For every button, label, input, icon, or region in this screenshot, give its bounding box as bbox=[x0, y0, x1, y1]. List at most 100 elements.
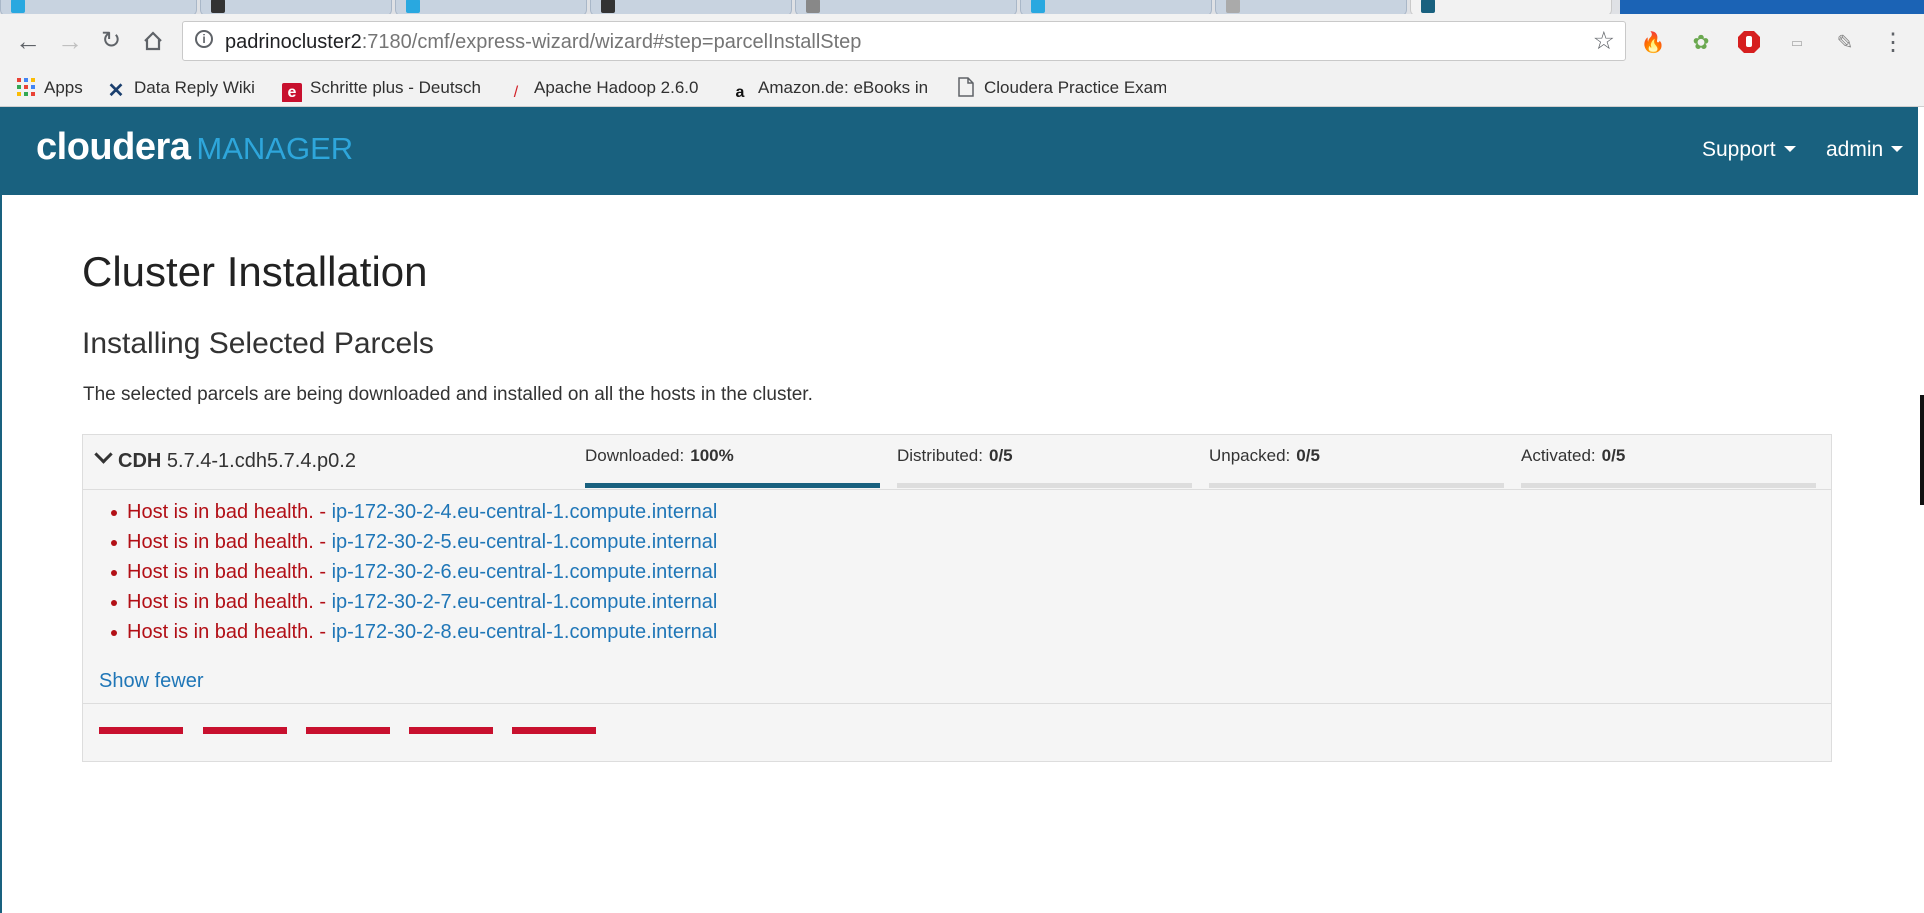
user-menu[interactable]: admin bbox=[1826, 138, 1904, 162]
progress-track bbox=[585, 483, 880, 488]
tab-favicon-icon bbox=[806, 0, 820, 13]
css-extension-icon[interactable]: ▭ bbox=[1784, 30, 1810, 56]
browser-tab[interactable] bbox=[795, 0, 1017, 14]
bookmark-data-reply-wiki[interactable]: ✕ Data Reply Wiki bbox=[106, 74, 276, 102]
progress-unpacked: Unpacked: 0/5 bbox=[1209, 446, 1504, 488]
host-error-message: Host is in bad health. - bbox=[127, 501, 326, 523]
host-error-message: Host is in bad health. - bbox=[127, 591, 326, 613]
bookmarks-bar: Apps ✕ Data Reply Wiki e Schritte plus - D… bbox=[0, 70, 1924, 107]
progress-value: 0/5 bbox=[1601, 446, 1626, 465]
browser-tab[interactable] bbox=[0, 0, 197, 14]
host-error-message: Host is in bad health. - bbox=[127, 561, 326, 583]
home-button[interactable] bbox=[136, 24, 170, 58]
bookmark-cloudera-practice[interactable]: Cloudera Practice Exam bbox=[956, 74, 1166, 102]
support-menu[interactable]: Support bbox=[1702, 138, 1796, 162]
chevron-down-icon bbox=[94, 445, 113, 464]
fire-extension-icon[interactable]: 🔥 bbox=[1640, 30, 1666, 56]
progress-distributed: Distributed: 0/5 bbox=[897, 446, 1192, 488]
progress-track bbox=[1521, 483, 1816, 488]
host-health-bar[interactable] bbox=[409, 727, 493, 734]
parcel-version: 5.7.4-1.cdh5.7.4.p0.2 bbox=[166, 450, 356, 472]
host-link[interactable]: ip-172-30-2-8.eu-central-1.compute.inter… bbox=[332, 621, 718, 643]
forward-button[interactable]: → bbox=[53, 24, 87, 58]
tab-favicon-icon bbox=[1031, 0, 1045, 13]
host-link[interactable]: ip-172-30-2-6.eu-central-1.compute.inter… bbox=[332, 561, 718, 583]
show-fewer-link[interactable]: Show fewer bbox=[99, 670, 204, 693]
leaf-extension-icon[interactable]: ✿ bbox=[1688, 30, 1714, 56]
browser-tab-active[interactable] bbox=[1410, 0, 1612, 14]
progress-fill bbox=[585, 483, 880, 488]
wiki-icon: ✕ bbox=[107, 80, 125, 102]
caret-down-icon bbox=[1891, 146, 1904, 152]
host-error-message: Host is in bad health. - bbox=[127, 621, 326, 643]
section-title: Installing Selected Parcels bbox=[82, 327, 434, 360]
bookmark-label: Apache Hadoop 2.6.0 bbox=[534, 78, 699, 97]
parcel-name: CDH bbox=[118, 450, 162, 472]
url-host: padrinocluster2 bbox=[225, 31, 362, 53]
bookmark-apps[interactable]: Apps bbox=[16, 74, 96, 102]
tab-strip bbox=[0, 0, 1924, 14]
tab-favicon-icon bbox=[406, 0, 420, 13]
page-title: Cluster Installation bbox=[82, 248, 428, 295]
parcel-panel: CDH 5.7.4-1.cdh5.7.4.p0.2 Downloaded: 100… bbox=[82, 434, 1832, 762]
apps-grid-icon bbox=[16, 77, 36, 97]
host-link[interactable]: ip-172-30-2-5.eu-central-1.compute.inter… bbox=[332, 531, 718, 553]
bookmark-label: Data Reply Wiki bbox=[134, 78, 255, 97]
tab-favicon-icon bbox=[601, 0, 615, 13]
progress-track bbox=[1209, 483, 1504, 488]
tab-favicon-icon bbox=[1226, 0, 1240, 13]
host-health-bar[interactable] bbox=[99, 727, 183, 734]
host-health-bar[interactable] bbox=[306, 727, 390, 734]
url-text[interactable]: padrinocluster2:7180/cmf/express-wizard/… bbox=[225, 31, 861, 54]
bookmark-label: Cloudera Practice Exam bbox=[984, 78, 1166, 97]
list-item: Host is in bad health. - ip-172-30-2-6.e… bbox=[110, 557, 718, 587]
bookmark-apache-hadoop[interactable]: / Apache Hadoop 2.6.0 bbox=[506, 74, 711, 102]
window-edge bbox=[0, 195, 2, 913]
bookmark-label: Schritte plus - Deutsch bbox=[310, 78, 482, 97]
browser-tab[interactable] bbox=[590, 0, 792, 14]
adblock-extension-icon[interactable] bbox=[1736, 30, 1762, 56]
host-link[interactable]: ip-172-30-2-4.eu-central-1.compute.inter… bbox=[332, 501, 718, 523]
browser-toolbar: ← → ↻ i padrinocluster2:7180/cmf/express… bbox=[0, 14, 1924, 70]
menu-kebab-icon[interactable]: ⋮ bbox=[1880, 30, 1906, 56]
arrow-left-icon: ← bbox=[15, 26, 41, 56]
scrollbar-thumb[interactable] bbox=[1920, 395, 1924, 505]
progress-track bbox=[897, 483, 1192, 488]
parcel-header: CDH 5.7.4-1.cdh5.7.4.p0.2 Downloaded: 100… bbox=[83, 435, 1831, 490]
host-error-list: Host is in bad health. - ip-172-30-2-4.e… bbox=[110, 497, 718, 647]
tab-favicon-icon bbox=[11, 0, 25, 13]
bookmark-amazon[interactable]: a Amazon.de: eBooks in bbox=[730, 74, 940, 102]
browser-tab[interactable] bbox=[395, 0, 587, 14]
browser-tab[interactable] bbox=[200, 0, 392, 14]
progress-activated: Activated: 0/5 bbox=[1521, 446, 1816, 488]
host-health-bar[interactable] bbox=[512, 727, 596, 734]
host-error-message: Host is in bad health. - bbox=[127, 531, 326, 553]
progress-label: Downloaded: bbox=[585, 446, 685, 465]
window-controls-area bbox=[1620, 0, 1924, 14]
list-item: Host is in bad health. - ip-172-30-2-8.e… bbox=[110, 617, 718, 647]
info-icon[interactable]: i bbox=[195, 30, 213, 48]
page-icon bbox=[956, 77, 976, 97]
caret-down-icon bbox=[1783, 146, 1796, 152]
host-health-bar[interactable] bbox=[203, 727, 287, 734]
bookmark-schritte-plus[interactable]: e Schritte plus - Deutsch bbox=[282, 74, 487, 102]
url-path: :7180/cmf/express-wizard/wizard#step=par… bbox=[361, 31, 862, 53]
browser-tab[interactable] bbox=[1020, 0, 1212, 14]
arrow-right-icon: → bbox=[57, 26, 83, 56]
notes-extension-icon[interactable]: ✎ bbox=[1832, 30, 1858, 56]
scrollbar[interactable] bbox=[1918, 107, 1924, 913]
host-link[interactable]: ip-172-30-2-7.eu-central-1.compute.inter… bbox=[332, 591, 718, 613]
reload-icon: ↻ bbox=[100, 27, 122, 54]
bookmark-label: Amazon.de: eBooks in bbox=[758, 78, 929, 97]
reload-button[interactable]: ↻ bbox=[94, 24, 128, 58]
address-bar[interactable]: i padrinocluster2:7180/cmf/express-wizar… bbox=[182, 21, 1626, 61]
amazon-icon: a bbox=[735, 84, 745, 101]
cloudera-manager-logo[interactable]: cloudera MANAGER bbox=[36, 126, 353, 169]
parcel-collapse-toggle[interactable]: CDH 5.7.4-1.cdh5.7.4.p0.2 bbox=[94, 445, 356, 473]
progress-value: 100% bbox=[690, 446, 734, 465]
bookmark-star-icon[interactable]: ☆ bbox=[1593, 26, 1615, 56]
progress-value: 0/5 bbox=[988, 446, 1013, 465]
browser-tab[interactable] bbox=[1215, 0, 1407, 14]
list-item: Host is in bad health. - ip-172-30-2-4.e… bbox=[110, 497, 718, 527]
back-button[interactable]: ← bbox=[11, 24, 45, 58]
